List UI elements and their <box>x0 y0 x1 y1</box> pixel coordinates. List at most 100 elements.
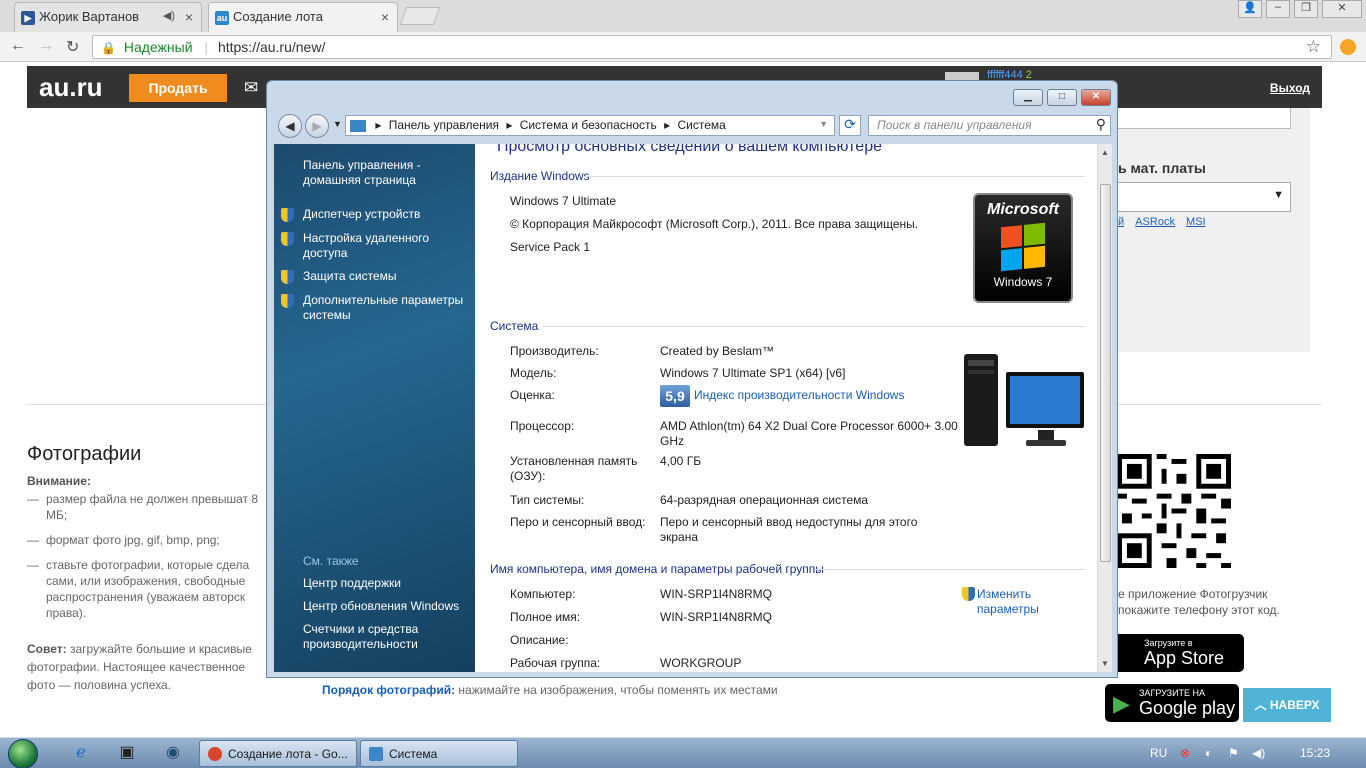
motherboard-select[interactable]: ▼ <box>1110 182 1291 212</box>
browser-tab-create-lot[interactable]: au Создание лота × <box>208 2 398 32</box>
network-icon[interactable]: ◐ <box>1205 746 1212 760</box>
info-value: Created by Beslam™ <box>660 344 775 358</box>
volume-icon[interactable]: ◀) <box>1252 746 1265 760</box>
address-bar[interactable]: 🔒 Надежный | https://au.ru/new/ ☆ <box>92 35 1332 59</box>
scroll-down-icon[interactable]: ▼ <box>1101 659 1109 668</box>
messages-icon[interactable]: ✉ <box>244 78 258 98</box>
breadcrumb-item[interactable]: Панель управления <box>389 118 499 132</box>
browser-toolbar: ← → ↻ 🔒 Надежный | https://au.ru/new/ ☆ <box>0 32 1366 62</box>
flag-icon[interactable]: ⚑ <box>1228 746 1239 760</box>
performance-index[interactable]: 5,9 Индекс производительности Windows <box>660 385 904 407</box>
forward-arrow-icon[interactable]: → <box>38 37 54 55</box>
nav-home[interactable]: Панель управления - домашняя страница <box>303 158 473 188</box>
scroll-top-button[interactable]: ︿ НАВЕРХ <box>1243 688 1331 722</box>
chrome-menu-icon[interactable] <box>1340 39 1356 55</box>
search-icon[interactable]: ⚲ <box>1096 116 1106 133</box>
antivirus-icon[interactable]: ⊗ <box>1180 746 1190 760</box>
gplay-small: ЗАГРУЗИТЕ НА <box>1139 688 1206 698</box>
text-input[interactable] <box>1110 108 1291 129</box>
taskbar: ℯ ▣ ◉ Создание лота - Go... Система RU ⊗… <box>0 737 1366 768</box>
maximize-icon[interactable]: □ <box>1047 89 1077 106</box>
breadcrumb[interactable]: ▸ Панель управления ▸ Система и безопасн… <box>345 115 835 136</box>
nav-advanced-settings[interactable]: Дополнительные параметры системы <box>303 293 473 323</box>
task-label: Система <box>389 747 438 761</box>
url-separator: | <box>204 39 209 55</box>
history-dropdown-icon[interactable]: ▼ <box>333 119 342 129</box>
language-indicator[interactable]: RU <box>1150 746 1167 760</box>
info-label: Рабочая группа: <box>510 656 601 670</box>
tab-favicon-icon: ▶ <box>21 11 35 25</box>
logout-link[interactable]: Выход <box>1270 81 1310 95</box>
reload-icon[interactable]: ↻ <box>66 37 79 57</box>
bookmark-star-icon[interactable]: ☆ <box>1306 37 1321 57</box>
nav-system-protection[interactable]: Защита системы <box>303 269 473 284</box>
info-value: Перо и сенсорный ввод недоступны для это… <box>660 515 918 544</box>
copyright-text: © Корпорация Майкрософт (Microsoft Corp.… <box>510 217 919 231</box>
media-player-icon[interactable]: ▣ <box>116 742 138 764</box>
new-tab-button[interactable] <box>399 7 441 25</box>
profile-icon[interactable]: 👤 <box>1238 0 1262 18</box>
change-settings-link[interactable]: Изменить параметры <box>977 587 1057 617</box>
back-arrow-icon[interactable]: ← <box>10 37 26 55</box>
minimize-icon[interactable]: ▁ <box>1013 89 1043 106</box>
section-divider <box>815 569 1085 570</box>
nav-windows-update[interactable]: Центр обновления Windows <box>303 599 473 614</box>
back-arrow-icon[interactable]: ◀ <box>278 114 302 138</box>
breadcrumb-item[interactable]: Система и безопасность <box>520 118 657 132</box>
motherboard-links: й ASRock MSI <box>1118 216 1214 228</box>
appstore-button[interactable]: Загрузите в App Store <box>1110 634 1244 672</box>
clock[interactable]: 15:23 <box>1300 746 1330 760</box>
site-logo[interactable]: au.ru <box>39 72 103 103</box>
taskbar-item-chrome[interactable]: Создание лота - Go... <box>199 740 357 767</box>
tab-title: Жорик Вартанов <box>39 9 140 24</box>
nav-performance-tools[interactable]: Счетчики и средства производительности <box>303 622 473 652</box>
nav-device-manager[interactable]: Диспетчер устройств <box>303 207 473 222</box>
tip-text: Совет: загружайте большие и красивые фот… <box>27 642 252 692</box>
brand-link-asrock[interactable]: ASRock <box>1135 216 1175 228</box>
refresh-icon[interactable]: ⟳ <box>839 115 861 136</box>
url-text: https://au.ru/new/ <box>217 39 326 55</box>
info-label: Процессор: <box>510 419 575 433</box>
info-label: Модель: <box>510 366 557 380</box>
logo-text-windows7: Windows 7 <box>993 275 1053 289</box>
restore-icon[interactable]: ❐ <box>1294 0 1318 18</box>
taskbar-item-system[interactable]: Система <box>360 740 518 767</box>
speaker-icon[interactable]: ◀) <box>163 9 175 22</box>
qr-instructions: е приложение Фотогрузчик покажите телефо… <box>1118 587 1280 617</box>
nav-action-center[interactable]: Центр поддержки <box>303 576 473 591</box>
windows-flag-icon <box>1001 222 1045 272</box>
info-label: Полное имя: <box>510 610 581 624</box>
scroll-up-icon[interactable]: ▲ <box>1101 148 1109 157</box>
close-window-icon[interactable]: ✕ <box>1081 89 1111 106</box>
computer-icon <box>369 747 383 761</box>
close-window-icon[interactable]: ✕ <box>1322 0 1362 18</box>
see-also-heading: См. также <box>303 554 359 568</box>
system-info-pane: Просмотр основных сведений о вашем компь… <box>475 144 1097 672</box>
dropdown-arrow-icon: ▼ <box>1273 189 1284 201</box>
scroll-thumb[interactable] <box>1100 184 1111 562</box>
shield-icon <box>962 587 975 601</box>
nav-remote-settings[interactable]: Настройка удаленного доступа <box>303 231 473 261</box>
browser-tabstrip: ▶ Жорик Вартанов ◀) × au Создание лота ×… <box>0 0 1366 32</box>
close-tab-icon[interactable]: × <box>185 9 193 25</box>
brand-link-msi[interactable]: MSI <box>1186 216 1206 228</box>
forward-arrow-icon[interactable]: ▶ <box>305 114 329 138</box>
tab-favicon-icon: au <box>215 11 229 25</box>
computer-illustration <box>964 354 1084 446</box>
minimize-icon[interactable]: – <box>1266 0 1290 18</box>
browser-tab-youtube[interactable]: ▶ Жорик Вартанов ◀) × <box>14 2 202 32</box>
gplay-big: Google play <box>1139 698 1236 718</box>
browser-icon[interactable]: ◉ <box>162 742 184 764</box>
scrollbar[interactable]: ▲ ▼ <box>1097 144 1112 672</box>
search-input[interactable]: Поиск в панели управления ⚲ <box>868 115 1111 136</box>
breadcrumb-item[interactable]: Система <box>678 118 726 132</box>
googleplay-button[interactable]: ▶ ЗАГРУЗИТЕ НА Google play <box>1105 684 1239 722</box>
start-button[interactable] <box>8 739 38 768</box>
info-value: WIN-SRP1I4N8RMQ <box>660 610 773 624</box>
brand-link[interactable]: й <box>1118 216 1124 228</box>
close-tab-icon[interactable]: × <box>381 9 389 25</box>
internet-explorer-icon[interactable]: ℯ <box>70 742 92 764</box>
chevron-down-icon[interactable]: ▼ <box>819 119 828 129</box>
sell-button[interactable]: Продать <box>129 74 227 102</box>
performance-index-link[interactable]: Индекс производительности Windows <box>694 388 904 402</box>
